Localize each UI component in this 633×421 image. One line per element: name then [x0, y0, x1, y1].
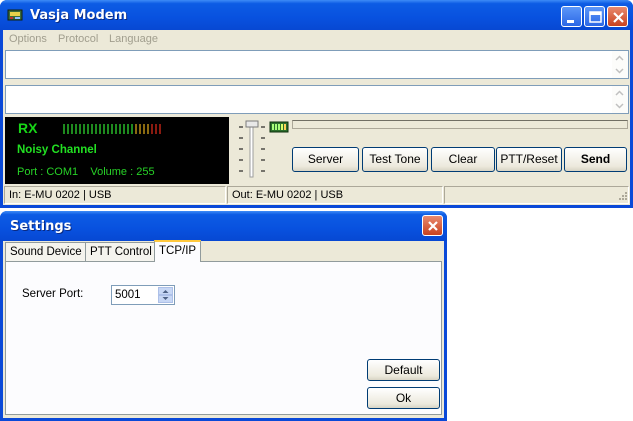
tab-tcp-ip[interactable]: TCP/IP	[154, 240, 202, 262]
status-input-device: In: E-MU 0202 | USB	[4, 186, 226, 204]
volume-slider[interactable]	[235, 120, 269, 180]
test-tone-button[interactable]: Test Tone	[362, 147, 428, 172]
settings-title: Settings	[10, 219, 72, 234]
meter-segment	[143, 124, 145, 134]
meter-segment	[83, 124, 85, 134]
ok-button[interactable]: Ok	[367, 387, 440, 409]
meter-segment	[103, 124, 105, 134]
receive-text-area[interactable]	[5, 50, 629, 79]
menu-protocol[interactable]: Protocol	[58, 33, 98, 45]
modem-app-icon	[7, 9, 23, 21]
meter-segment	[79, 124, 81, 134]
server-port-label: Server Port:	[22, 288, 84, 300]
menu-options[interactable]: Options	[9, 33, 47, 45]
meter-segment	[95, 124, 97, 134]
server-button[interactable]: Server	[292, 147, 359, 172]
arrow-up-icon	[162, 290, 169, 293]
meter-segment	[71, 124, 73, 134]
ptt-reset-button[interactable]: PTT/Reset	[496, 147, 562, 172]
menu-language[interactable]: Language	[109, 33, 158, 45]
rx-status-panel: RX Noisy Channel Port : COM1 Volume : 25…	[5, 117, 229, 184]
status-pane-empty	[444, 186, 629, 204]
meter-segment	[107, 124, 109, 134]
main-window-title: Vasja Modem	[30, 8, 128, 23]
send-button[interactable]: Send	[564, 147, 627, 172]
main-client-area: Options Protocol Language RX Noisy Chann…	[3, 30, 630, 205]
menu-bar: Options Protocol Language	[3, 30, 630, 49]
meter-segment	[99, 124, 101, 134]
audio-device-icon	[269, 121, 289, 133]
meter-segment	[135, 124, 137, 134]
close-icon	[428, 221, 438, 231]
server-port-input[interactable]	[113, 287, 157, 303]
settings-client-area: Sound Device PTT Control TCP/IP Server P…	[3, 240, 444, 418]
main-window: Vasja Modem Options Protocol Language RX…	[0, 0, 633, 208]
meter-segment	[91, 124, 93, 134]
meter-segment	[75, 124, 77, 134]
rx-label: RX	[18, 120, 38, 136]
tab-ptt-control[interactable]: PTT Control	[85, 242, 157, 262]
minimize-icon	[567, 20, 574, 23]
close-button[interactable]	[607, 6, 628, 27]
signal-level-meter	[63, 124, 161, 134]
main-title-bar[interactable]: Vasja Modem	[0, 0, 633, 30]
server-port-spinner[interactable]	[111, 285, 175, 305]
spin-down-button[interactable]	[158, 295, 173, 303]
meter-segment	[131, 124, 133, 134]
meter-segment	[119, 124, 121, 134]
settings-title-bar[interactable]: Settings	[0, 211, 447, 241]
scroll-down-icon[interactable]	[614, 65, 625, 76]
scroll-up-icon[interactable]	[614, 88, 625, 99]
default-button[interactable]: Default	[367, 359, 440, 381]
port-volume-info: Port : COM1 Volume : 255	[17, 166, 155, 178]
spin-up-button[interactable]	[158, 287, 173, 295]
close-icon	[613, 12, 624, 23]
meter-segment	[123, 124, 125, 134]
meter-segment	[159, 124, 161, 134]
meter-segment	[139, 124, 141, 134]
scroll-up-icon[interactable]	[614, 53, 625, 64]
maximize-icon	[589, 11, 602, 23]
status-output-device: Out: E-MU 0202 | USB	[227, 186, 443, 204]
settings-close-button[interactable]	[422, 215, 443, 236]
send-scrollbar[interactable]	[612, 86, 628, 113]
meter-segment	[87, 124, 89, 134]
receive-scrollbar[interactable]	[612, 51, 628, 78]
channel-status: Noisy Channel	[17, 144, 97, 156]
send-text-area[interactable]	[5, 85, 629, 114]
slider-thumb[interactable]	[245, 120, 259, 128]
settings-dialog: Settings Sound Device PTT Control TCP/IP…	[0, 211, 447, 421]
meter-segment	[115, 124, 117, 134]
meter-segment	[151, 124, 153, 134]
clear-button[interactable]: Clear	[431, 147, 495, 172]
scroll-down-icon[interactable]	[614, 100, 625, 111]
arrow-down-icon	[162, 297, 169, 300]
transfer-progress-bar	[292, 120, 628, 129]
resize-grip-icon[interactable]	[616, 191, 628, 203]
meter-segment	[67, 124, 69, 134]
maximize-button[interactable]	[584, 6, 605, 27]
minimize-button[interactable]	[561, 6, 582, 27]
meter-segment	[127, 124, 129, 134]
meter-segment	[63, 124, 65, 134]
meter-segment	[111, 124, 113, 134]
tab-sound-device[interactable]: Sound Device	[5, 242, 87, 262]
meter-segment	[147, 124, 149, 134]
meter-segment	[155, 124, 157, 134]
